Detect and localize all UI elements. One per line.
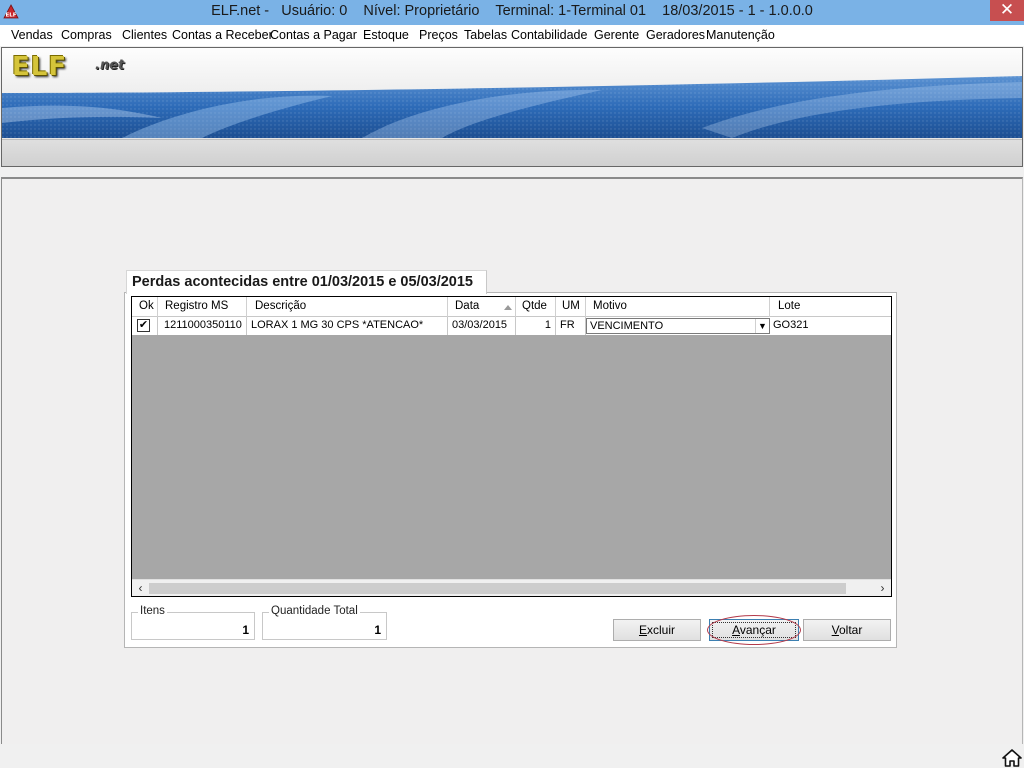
table-row[interactable]: ✔ 1211000350110 LORAX 1 MG 30 CPS *ATENC… [132,317,891,335]
window-title: ELF.net - Usuário: 0 Nível: Proprietário… [211,3,813,19]
toolbar-strip [2,139,1022,166]
descricao-cell[interactable]: LORAX 1 MG 30 CPS *ATENCAO* [247,317,448,335]
ok-checkbox[interactable]: ✔ [137,319,150,332]
quantidade-total-value: 1 [374,623,381,637]
itens-label: Itens [138,605,167,617]
col-header-data-label: Data [455,300,480,312]
chevron-down-icon[interactable]: ▼ [755,319,769,333]
close-icon: ✕ [999,0,1015,19]
itens-value: 1 [242,623,249,637]
menu-estoque[interactable]: Estoque [363,28,409,42]
col-header-qtde[interactable]: Qtde [516,297,556,317]
scroll-left-icon[interactable]: ‹ [132,581,149,596]
data-cell[interactable]: 03/03/2015 [448,317,516,335]
menu-vendas[interactable]: Vendas [11,28,53,42]
voltar-hotkey: V [831,623,839,637]
col-header-registro-ms[interactable]: Registro MS [158,297,247,317]
quantidade-total-box: Quantidade Total 1 [262,605,387,640]
menu-clientes[interactable]: Clientes [122,28,167,42]
banner-wave-graphic [2,76,1022,138]
excluir-label: xcluir [647,623,676,637]
lote-cell[interactable]: GO321 [770,317,891,335]
losses-grid: Ok Registro MS Descrição Data Qtde UM Mo… [131,296,892,597]
ok-cell: ✔ [132,317,158,335]
col-header-descricao[interactable]: Descrição [247,297,448,317]
menu-geradores[interactable]: Geradores [646,28,705,42]
um-cell[interactable]: FR [556,317,586,335]
qtde-cell[interactable]: 1 [516,317,556,335]
excluir-button[interactable]: Excluir [613,619,701,641]
menu-compras[interactable]: Compras [61,28,112,42]
motivo-select-value: VENCIMENTO [590,320,664,332]
banner: ELF .net [1,47,1023,167]
menu-bar: Vendas Compras Clientes Contas a Receber… [0,25,1024,46]
quantidade-total-label: Quantidade Total [269,605,360,617]
col-header-lote[interactable]: Lote [770,297,891,317]
home-icon[interactable] [1002,749,1022,767]
highlight-ellipse [707,615,801,645]
elf-logo: ELF [12,52,68,82]
menu-manutencao[interactable]: Manutenção [706,28,775,42]
motivo-select[interactable]: VENCIMENTO ▼ [586,318,770,334]
menu-contas-a-pagar[interactable]: Contas a Pagar [270,28,357,42]
menu-precos[interactable]: Preços [419,28,458,42]
col-header-motivo[interactable]: Motivo [586,297,770,317]
banner-image: ELF .net [2,48,1022,138]
elf-logo-suffix: .net [95,58,125,73]
voltar-label: oltar [839,623,863,637]
scroll-right-icon[interactable]: › [874,581,891,596]
registro-ms-cell[interactable]: 1211000350110 [158,317,247,335]
col-header-um[interactable]: UM [556,297,586,317]
motivo-cell: VENCIMENTO ▼ [586,317,770,335]
horizontal-scrollbar[interactable]: ‹ › [132,579,891,596]
voltar-button[interactable]: Voltar [803,619,891,641]
sort-ascending-icon [504,305,512,310]
grid-header: Ok Registro MS Descrição Data Qtde UM Mo… [132,297,891,317]
scrollbar-thumb[interactable] [149,583,846,594]
col-header-data[interactable]: Data [448,297,516,317]
menu-gerente[interactable]: Gerente [594,28,639,42]
title-bar: ELF ELF.net - Usuário: 0 Nível: Propriet… [0,0,1024,25]
itens-box: Itens 1 [131,605,255,640]
excluir-hotkey: E [638,623,647,637]
menu-tabelas[interactable]: Tabelas [464,28,507,42]
col-header-ok[interactable]: Ok [132,297,158,317]
panel-title: Perdas acontecidas entre 01/03/2015 e 05… [126,270,487,294]
close-button[interactable]: ✕ [990,0,1024,21]
menu-contabilidade[interactable]: Contabilidade [511,28,587,42]
menu-contas-a-receber[interactable]: Contas a Receber [172,28,273,42]
